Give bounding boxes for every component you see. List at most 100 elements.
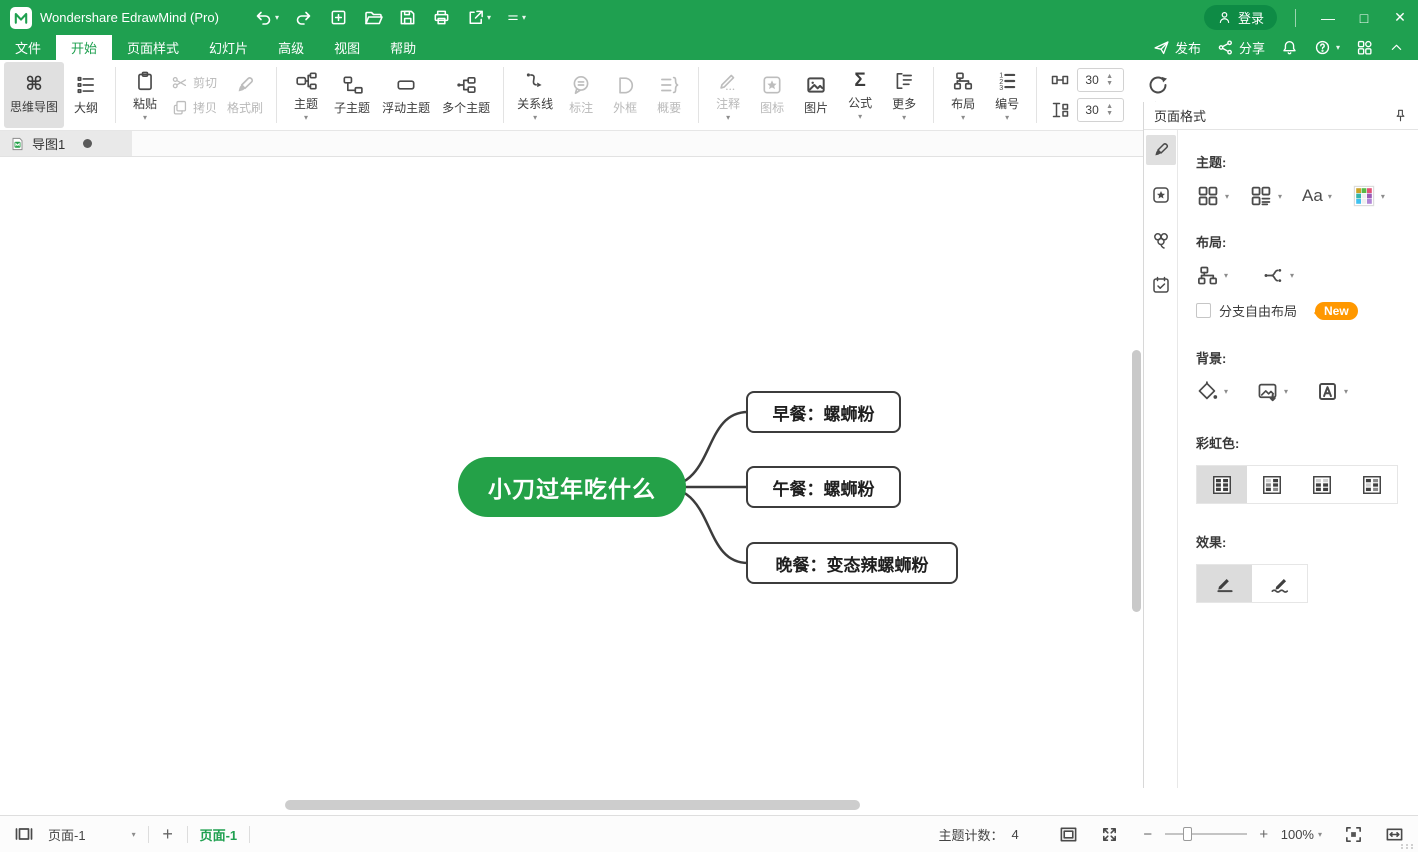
layout-type-dropdown[interactable]: ▾ [1196, 264, 1228, 287]
layout-button[interactable]: 布局 ▾ [941, 62, 985, 128]
subtopic-button[interactable]: 子主题 [328, 62, 376, 128]
formula-button[interactable]: Σ 公式 ▾ [838, 62, 882, 128]
notifications-button[interactable] [1281, 39, 1298, 56]
add-page-button[interactable]: + [161, 824, 175, 845]
theme-font-dropdown[interactable]: Aa ▾ [1302, 186, 1332, 206]
theme-layout-dropdown[interactable]: ▾ [1249, 184, 1282, 208]
connector-style-dropdown[interactable]: ▾ [1262, 264, 1294, 287]
print-button[interactable] [432, 8, 451, 27]
close-button[interactable]: ✕ [1382, 0, 1418, 35]
vertical-scrollbar[interactable] [1132, 350, 1141, 612]
menu-tab-page-style[interactable]: 页面样式 [112, 35, 194, 60]
minimize-button[interactable]: — [1310, 0, 1346, 35]
more-button[interactable]: 更多 ▾ [882, 62, 926, 128]
paste-button[interactable]: 粘贴 ▾ [123, 62, 167, 128]
floating-topic-button[interactable]: 浮动主题 [376, 62, 436, 128]
help-button[interactable]: ▾ [1314, 39, 1340, 56]
outline-view-button[interactable]: 大纲 [64, 62, 108, 128]
menu-tab-view[interactable]: 视图 [319, 35, 375, 60]
branch-node-lunch[interactable]: 午餐：螺蛳粉 [746, 466, 901, 508]
boundary-icon [614, 74, 636, 96]
window-resize-grip[interactable] [1401, 844, 1415, 849]
rainbow-option-4[interactable] [1347, 466, 1397, 503]
topic-icon [295, 70, 317, 92]
redo-button[interactable] [294, 8, 314, 28]
theme-style-dropdown[interactable]: ▾ [1196, 184, 1229, 208]
collapse-ribbon-button[interactable] [1389, 40, 1404, 55]
apps-grid-button[interactable] [1356, 39, 1373, 56]
zoom-level-dropdown[interactable]: 100% ▾ [1281, 827, 1322, 842]
zoom-slider[interactable] [1165, 833, 1247, 835]
free-layout-checkbox[interactable] [1196, 303, 1211, 318]
rainbow-option-none[interactable] [1197, 466, 1247, 503]
effect-normal-button[interactable] [1197, 565, 1252, 602]
maximize-button[interactable]: □ [1346, 0, 1382, 35]
pages-overview-icon[interactable] [14, 824, 34, 844]
branch-node-dinner[interactable]: 晚餐：变态辣螺蛳粉 [746, 542, 958, 584]
export-button[interactable]: ▾ [466, 8, 491, 27]
numbering-button[interactable]: 123 编号 ▾ [985, 62, 1029, 128]
menu-tab-help[interactable]: 帮助 [375, 35, 431, 60]
zoom-slider-thumb[interactable] [1183, 827, 1192, 841]
fit-window-icon[interactable] [1059, 825, 1078, 844]
format-painter-button[interactable]: 格式刷 [221, 62, 269, 128]
spinner-up-icon[interactable]: ▲ [1106, 104, 1113, 110]
topic-button[interactable]: 主题 ▾ [284, 62, 328, 128]
fit-width-icon[interactable] [1385, 825, 1404, 844]
document-tab[interactable]: 导图1 [0, 131, 132, 156]
cut-button[interactable]: 剪切 [171, 74, 217, 91]
effect-sketch-button[interactable] [1252, 565, 1307, 602]
fullscreen-icon[interactable] [1100, 825, 1119, 844]
zoom-in-button[interactable]: + [1257, 826, 1271, 843]
branch-node-breakfast[interactable]: 早餐：螺蛳粉 [746, 391, 901, 433]
callout-button[interactable]: 标注 [559, 62, 603, 128]
menu-tab-home[interactable]: 开始 [56, 35, 112, 60]
task-tab-button[interactable] [1146, 270, 1176, 300]
login-button[interactable]: 登录 [1204, 5, 1277, 30]
vertical-spacing-stepper[interactable]: ▲▼ [1077, 98, 1124, 122]
horizontal-spacing-stepper[interactable]: ▲▼ [1077, 68, 1124, 92]
picture-button[interactable]: 图片 [794, 62, 838, 128]
watermark-dropdown[interactable]: ▾ [1316, 380, 1348, 403]
clipart-tab-button[interactable] [1146, 225, 1176, 255]
background-fill-dropdown[interactable]: ▾ [1196, 380, 1228, 403]
mindmap-canvas[interactable]: 小刀过年吃什么 早餐：螺蛳粉 午餐：螺蛳粉 晚餐：变态辣螺蛳粉 [0, 157, 1143, 815]
menu-tab-advanced[interactable]: 高级 [263, 35, 319, 60]
background-image-dropdown[interactable]: ▾ [1256, 380, 1288, 403]
divider [933, 67, 934, 123]
format-tab-button[interactable] [1146, 135, 1176, 165]
summary-button[interactable]: 概要 [647, 62, 691, 128]
icon-button[interactable]: 图标 [750, 62, 794, 128]
share-button[interactable]: 分享 [1217, 38, 1265, 57]
theme-color-dropdown[interactable]: ▾ [1352, 184, 1385, 208]
spinner-up-icon[interactable]: ▲ [1106, 74, 1113, 80]
horizontal-spacing-input[interactable] [1078, 73, 1106, 87]
spinner-down-icon[interactable]: ▼ [1106, 111, 1113, 117]
rainbow-option-2[interactable] [1247, 466, 1297, 503]
copy-button[interactable]: 拷贝 [171, 99, 217, 116]
icon-tab-button[interactable] [1146, 180, 1176, 210]
center-map-icon[interactable] [1344, 825, 1363, 844]
new-file-button[interactable] [329, 8, 348, 27]
page-select-dropdown[interactable]: 页面-1 ▾ [48, 825, 136, 844]
horizontal-scrollbar[interactable] [285, 800, 860, 810]
rainbow-option-3[interactable] [1297, 466, 1347, 503]
relationship-line-button[interactable]: 关系线 ▾ [511, 62, 559, 128]
save-button[interactable] [398, 8, 417, 27]
undo-button[interactable]: ▾ [253, 8, 279, 28]
page-tab[interactable]: 页面-1 [200, 825, 238, 844]
spinner-down-icon[interactable]: ▼ [1106, 81, 1113, 87]
open-file-button[interactable] [363, 8, 383, 28]
publish-button[interactable]: 发布 [1153, 38, 1201, 57]
pin-icon[interactable] [1393, 108, 1408, 123]
zoom-out-button[interactable]: − [1141, 826, 1155, 843]
note-button[interactable]: 注释 ▾ [706, 62, 750, 128]
multiple-topics-button[interactable]: 多个主题 [436, 62, 496, 128]
mindmap-view-button[interactable]: ⌘ 思维导图 [4, 62, 64, 128]
central-topic-node[interactable]: 小刀过年吃什么 [458, 457, 686, 517]
quick-access-customize-button[interactable]: ▾ [506, 11, 526, 25]
vertical-spacing-input[interactable] [1078, 103, 1106, 117]
menu-tab-slideshow[interactable]: 幻灯片 [194, 35, 263, 60]
boundary-button[interactable]: 外框 [603, 62, 647, 128]
menu-tab-file[interactable]: 文件 [0, 35, 56, 60]
